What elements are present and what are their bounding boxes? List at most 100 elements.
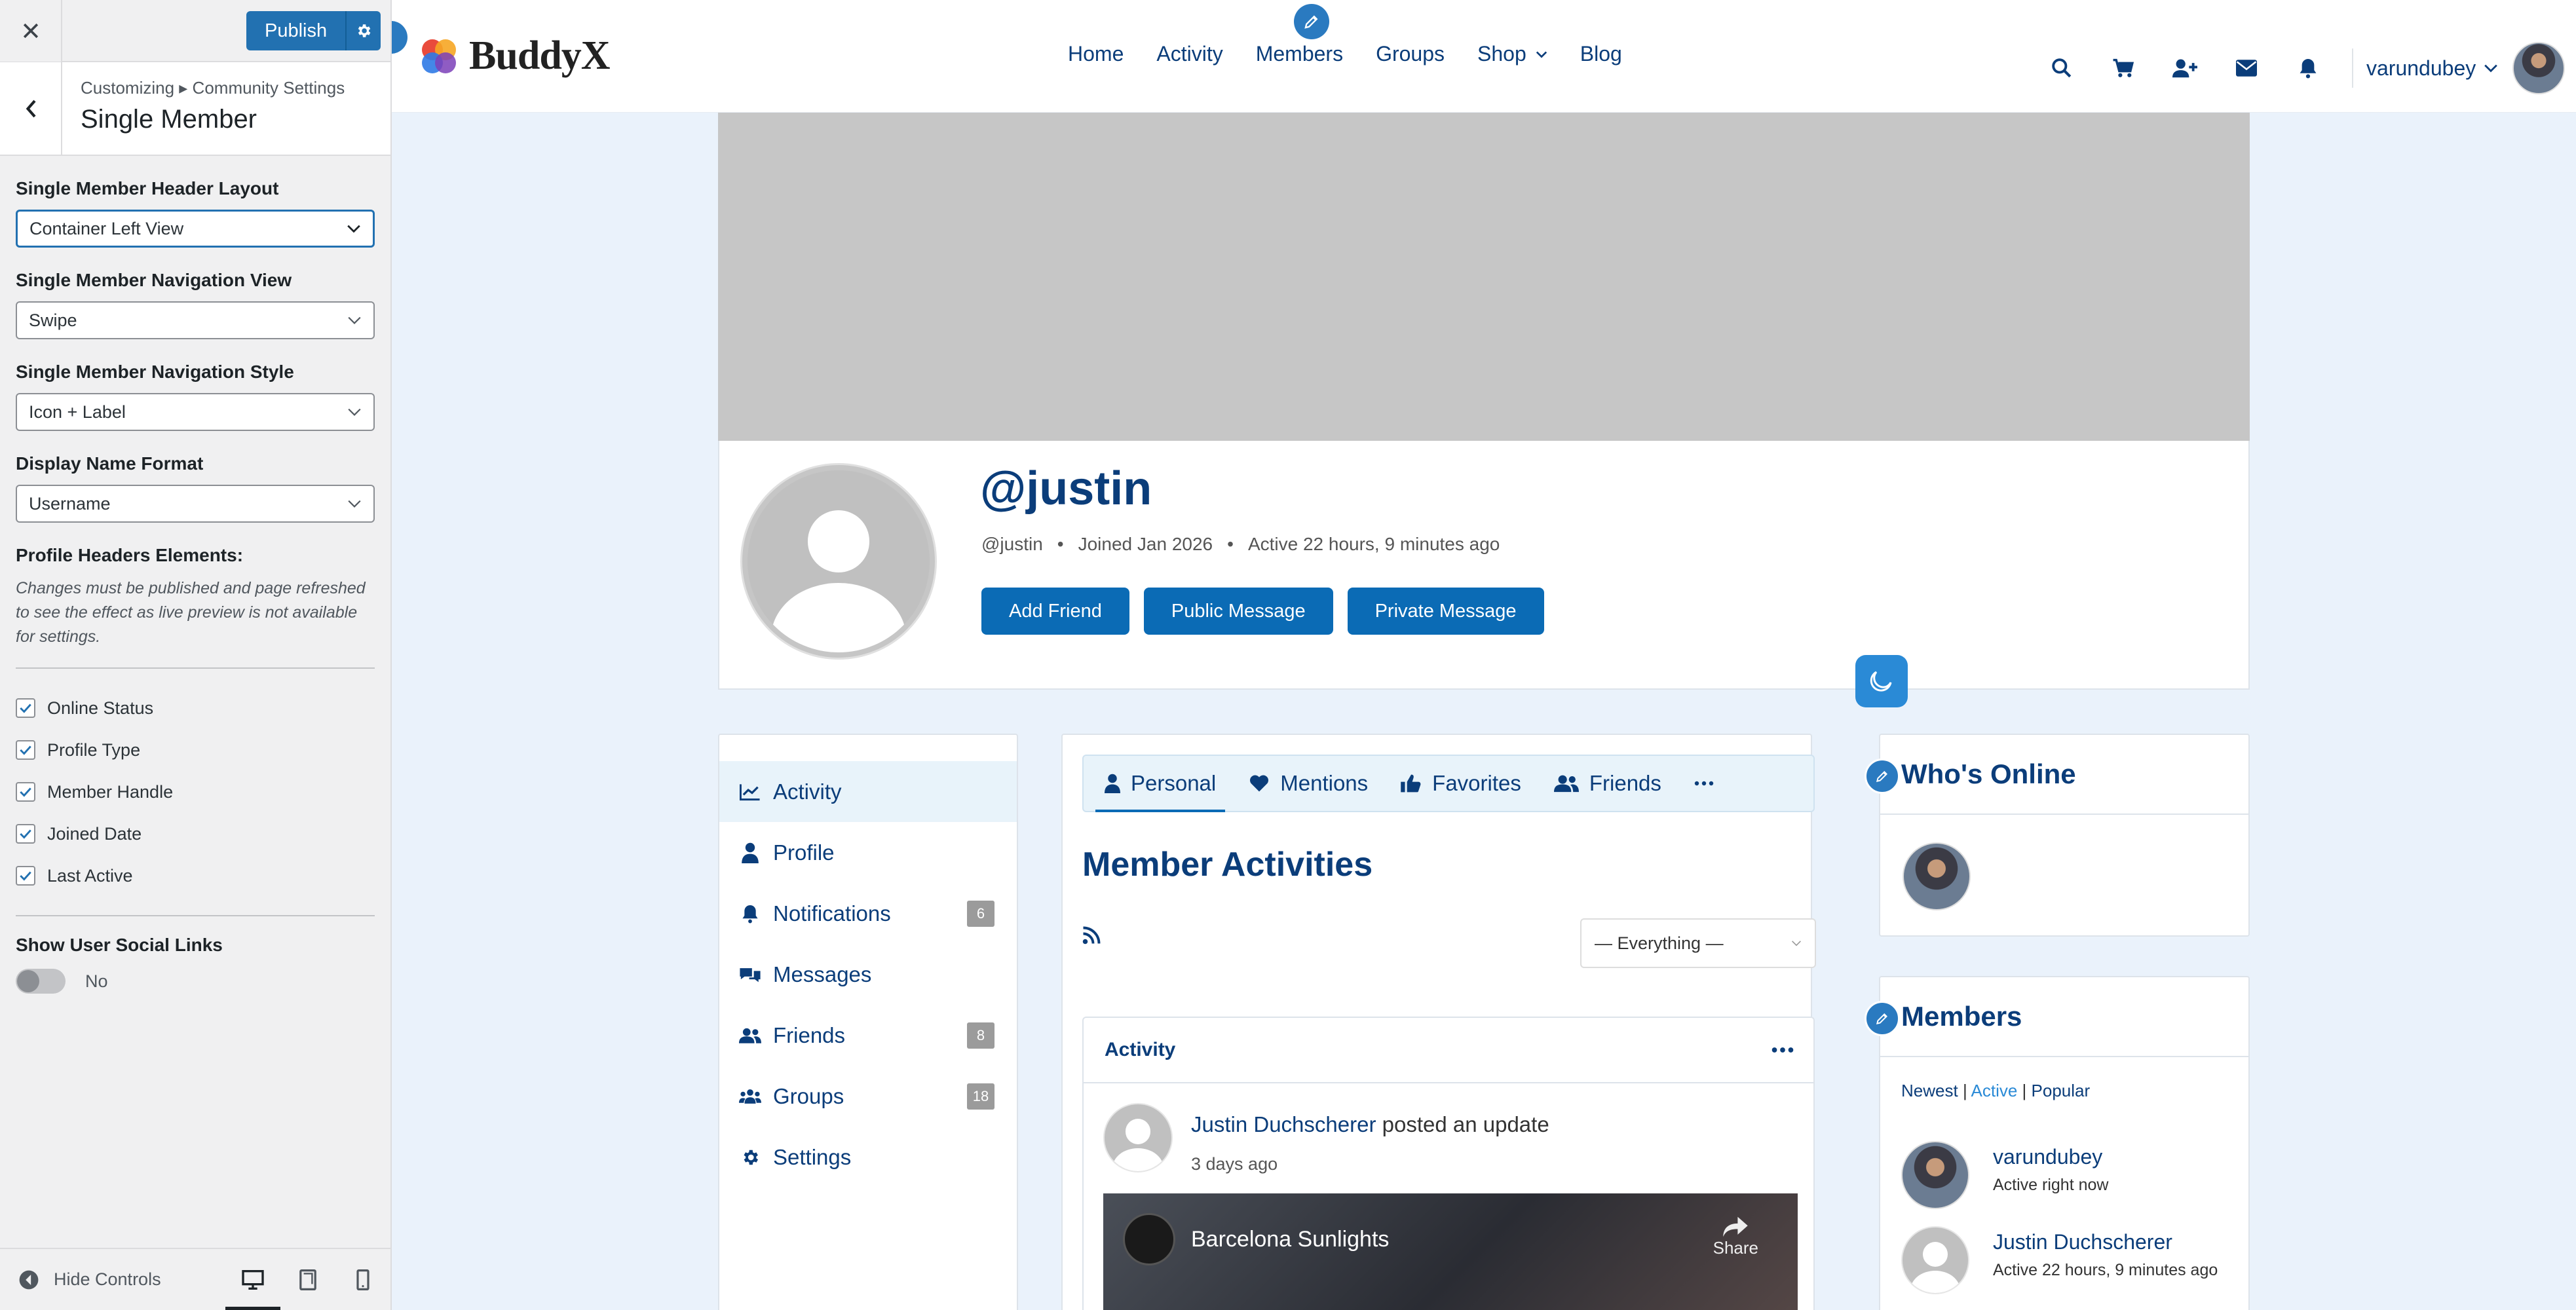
avatar[interactable] bbox=[2512, 42, 2566, 94]
user-friends-icon bbox=[739, 1026, 761, 1045]
friends-count-badge: 8 bbox=[967, 1022, 994, 1049]
navigation-style-select[interactable]: Icon + Label bbox=[16, 393, 375, 431]
profile-joined: Joined Jan 2026 bbox=[1078, 534, 1213, 554]
separator: | bbox=[2022, 1081, 2027, 1100]
member-nav-settings[interactable]: Settings bbox=[719, 1127, 1017, 1188]
friend-requests-button[interactable] bbox=[2154, 58, 2216, 79]
nav-members[interactable]: Members bbox=[1256, 42, 1343, 66]
edit-widget-button[interactable] bbox=[1865, 1001, 1900, 1036]
member-nav-messages[interactable]: Messages bbox=[719, 944, 1017, 1005]
member-name-link[interactable]: Justin Duchscherer bbox=[1993, 1230, 2218, 1254]
checkmark-icon bbox=[20, 829, 31, 839]
video-title: Barcelona Sunlights bbox=[1191, 1226, 1390, 1252]
filter-active[interactable]: Active bbox=[1971, 1081, 2018, 1100]
tab-personal[interactable]: Personal bbox=[1095, 756, 1226, 812]
heart-icon bbox=[1249, 774, 1270, 793]
video-share-button[interactable]: Share bbox=[1713, 1216, 1758, 1258]
chevron-down-icon bbox=[2484, 64, 2498, 73]
filter-popular[interactable]: Popular bbox=[2032, 1081, 2091, 1100]
nav-blog[interactable]: Blog bbox=[1580, 42, 1622, 66]
member-nav-label: Profile bbox=[773, 840, 835, 865]
checkbox-label: Profile Type bbox=[47, 739, 141, 760]
member-nav-groups[interactable]: Groups 18 bbox=[719, 1066, 1017, 1127]
tab-more[interactable] bbox=[1694, 756, 1724, 811]
channel-logo bbox=[1123, 1213, 1175, 1265]
checkbox-row[interactable]: Last Active bbox=[16, 855, 375, 897]
checkbox[interactable] bbox=[16, 698, 35, 718]
user-menu[interactable]: varundubey bbox=[2366, 56, 2498, 81]
publish-button[interactable]: Publish bbox=[246, 11, 347, 50]
online-member-avatar[interactable] bbox=[1903, 842, 1971, 910]
notifications-button[interactable] bbox=[2277, 58, 2339, 79]
preview-mobile-button[interactable] bbox=[335, 1248, 390, 1310]
bell-icon bbox=[2299, 58, 2317, 79]
member-status: Active 22 hours, 9 minutes ago bbox=[1993, 1261, 2218, 1279]
hide-controls-button[interactable]: Hide Controls bbox=[0, 1269, 225, 1290]
divider bbox=[2352, 48, 2353, 88]
public-message-button[interactable]: Public Message bbox=[1143, 588, 1333, 635]
search-button[interactable] bbox=[2031, 58, 2093, 79]
meta-separator: • bbox=[1057, 534, 1064, 554]
member-nav-activity[interactable]: Activity bbox=[719, 761, 1017, 822]
tab-favorites[interactable]: Favorites bbox=[1401, 756, 1521, 811]
tab-mentions[interactable]: Mentions bbox=[1249, 756, 1368, 811]
edit-menu-button[interactable] bbox=[1294, 4, 1329, 39]
checkbox[interactable] bbox=[16, 824, 35, 844]
avatar[interactable] bbox=[1901, 1226, 1969, 1294]
activity-column: Personal Mentions Favorites Friends Memb… bbox=[1061, 734, 1816, 1310]
checkbox-row[interactable]: Online Status bbox=[16, 687, 375, 729]
close-customizer-button[interactable] bbox=[0, 0, 62, 62]
site-logo[interactable]: BuddyX bbox=[418, 33, 611, 79]
avatar[interactable] bbox=[1103, 1103, 1173, 1172]
member-nav-notifications[interactable]: Notifications 6 bbox=[719, 883, 1017, 944]
gear-icon bbox=[739, 1148, 761, 1167]
checkbox[interactable] bbox=[16, 866, 35, 886]
header-icons: varundubey bbox=[2031, 42, 2566, 94]
post-author-link[interactable]: Justin Duchscherer bbox=[1191, 1112, 1376, 1136]
checkbox[interactable] bbox=[16, 740, 35, 760]
member-nav: Activity Profile Notifications 6 Message… bbox=[718, 734, 1018, 1310]
filter-newest[interactable]: Newest bbox=[1901, 1081, 1958, 1100]
navigation-view-select[interactable]: Swipe bbox=[16, 301, 375, 339]
nav-activity[interactable]: Activity bbox=[1156, 42, 1222, 66]
post-timestamp[interactable]: 3 days ago bbox=[1191, 1154, 1549, 1174]
checkbox-row[interactable]: Profile Type bbox=[16, 729, 375, 771]
embedded-video[interactable]: Barcelona Sunlights Share bbox=[1103, 1193, 1798, 1310]
nav-home[interactable]: Home bbox=[1068, 42, 1124, 66]
messages-button[interactable] bbox=[2216, 60, 2277, 77]
avatar[interactable] bbox=[1901, 1141, 1969, 1209]
nav-shop[interactable]: Shop bbox=[1477, 42, 1547, 66]
dark-mode-toggle[interactable] bbox=[1855, 655, 1908, 707]
tab-friends[interactable]: Friends bbox=[1553, 756, 1661, 811]
preview-tablet-button[interactable] bbox=[280, 1248, 335, 1310]
preview-desktop-button[interactable] bbox=[225, 1248, 280, 1310]
social-links-value: No bbox=[85, 971, 108, 991]
member-name-link[interactable]: varundubey bbox=[1993, 1145, 2108, 1169]
edit-shortcut-button[interactable] bbox=[392, 21, 407, 54]
publish-settings-button[interactable] bbox=[347, 11, 381, 50]
nav-groups[interactable]: Groups bbox=[1376, 42, 1445, 66]
member-nav-friends[interactable]: Friends 8 bbox=[719, 1005, 1017, 1066]
member-nav-profile[interactable]: Profile bbox=[719, 822, 1017, 883]
display-name-format-select[interactable]: Username bbox=[16, 485, 375, 523]
checkbox[interactable] bbox=[16, 782, 35, 802]
header-layout-select[interactable]: Container Left View bbox=[16, 210, 375, 248]
meta-separator: • bbox=[1227, 534, 1234, 554]
profile-header-card: @justin @justin • Joined Jan 2026 • Acti… bbox=[718, 441, 2250, 690]
customizer-header: Publish bbox=[0, 0, 390, 62]
checkbox-label: Joined Date bbox=[47, 823, 142, 844]
back-button[interactable] bbox=[0, 62, 62, 155]
social-links-toggle[interactable] bbox=[16, 969, 66, 994]
add-friend-button[interactable]: Add Friend bbox=[981, 588, 1129, 635]
activity-filter-select[interactable]: — Everything — bbox=[1580, 918, 1816, 968]
ellipsis-icon[interactable] bbox=[1771, 1047, 1794, 1053]
edit-widget-button[interactable] bbox=[1865, 758, 1900, 794]
pencil-icon bbox=[1875, 1011, 1889, 1026]
members-widget: Members Newest | Active | Popular varund… bbox=[1865, 976, 2250, 1310]
post-action: posted an update bbox=[1382, 1112, 1549, 1136]
checkbox-row[interactable]: Joined Date bbox=[16, 813, 375, 855]
cart-button[interactable] bbox=[2093, 58, 2154, 79]
checkbox-row[interactable]: Member Handle bbox=[16, 771, 375, 813]
rss-feed-link[interactable] bbox=[1082, 925, 1102, 945]
private-message-button[interactable]: Private Message bbox=[1347, 588, 1544, 635]
